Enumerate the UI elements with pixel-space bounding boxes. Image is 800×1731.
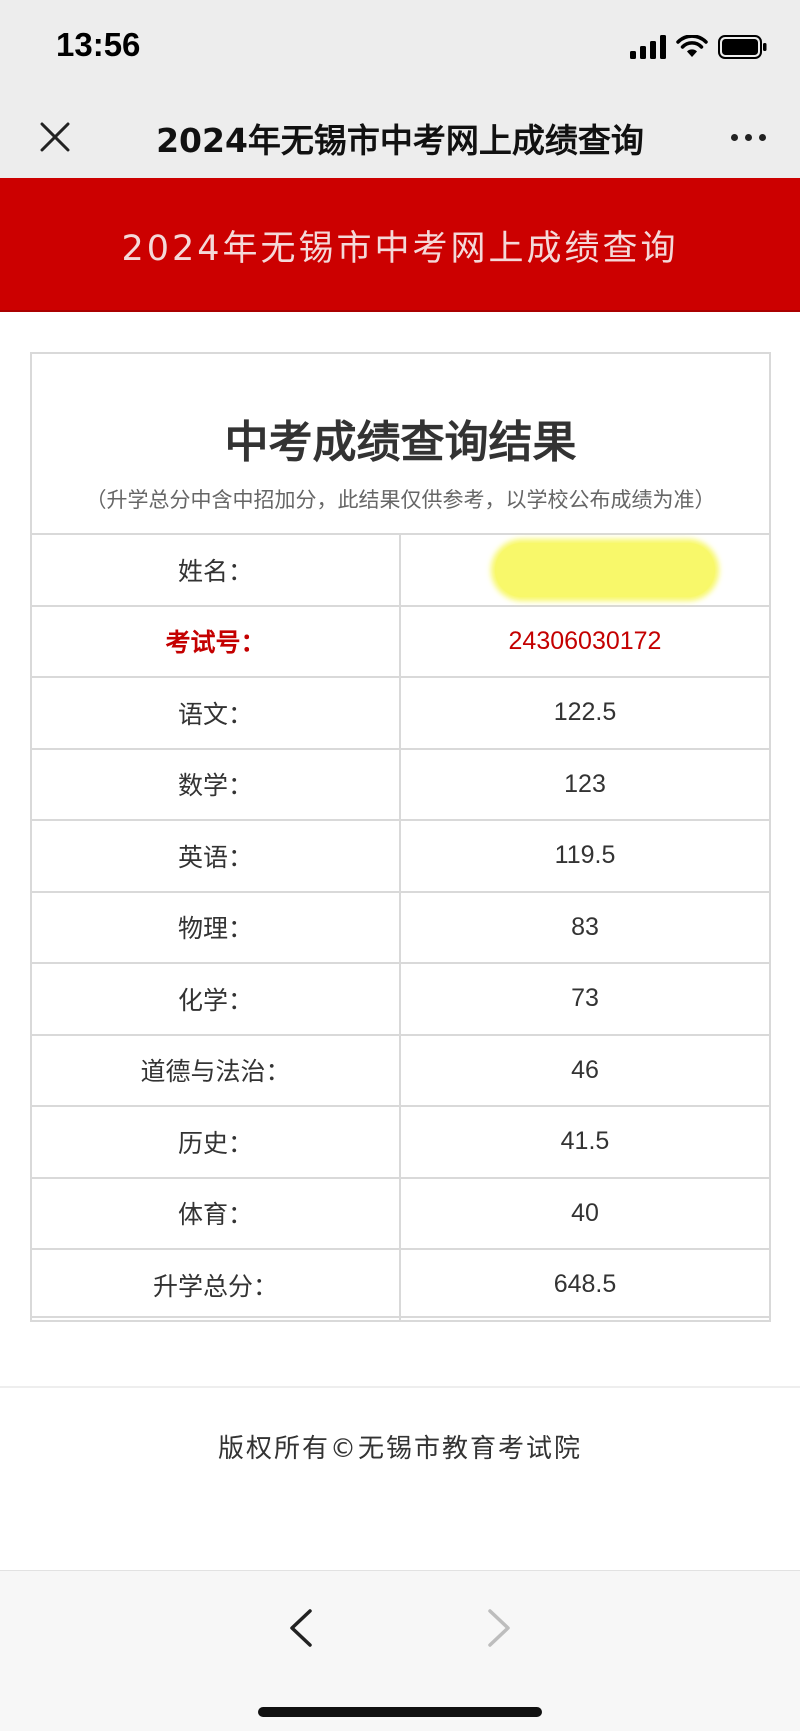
close-icon[interactable]	[38, 120, 72, 154]
name-value	[399, 533, 771, 607]
total-label: 升学总分：	[30, 1248, 401, 1322]
table-row: 历史： 41.5	[30, 1105, 771, 1179]
table-row: 体育： 40	[30, 1176, 771, 1250]
exam-id-value: 24306030172	[399, 604, 771, 678]
subject-label: 物理：	[30, 890, 401, 964]
signal-icon	[630, 35, 666, 59]
subject-label: 数学：	[30, 747, 401, 821]
more-dot	[745, 134, 752, 141]
result-card: 中考成绩查询结果 （升学总分中含中招加分，此结果仅供参考，以学校公布成绩为准） …	[30, 352, 771, 1322]
subject-score: 122.5	[399, 676, 771, 750]
subject-label: 英语：	[30, 819, 401, 893]
subject-label: 历史：	[30, 1105, 401, 1179]
name-label: 姓名：	[30, 533, 401, 607]
more-dot	[731, 134, 738, 141]
status-bar: 13:56	[0, 0, 800, 96]
wifi-icon	[676, 35, 708, 57]
subject-label: 体育：	[30, 1176, 401, 1250]
table-row-total: 升学总分： 648.5	[30, 1248, 771, 1322]
table-row: 语文： 122.5	[30, 676, 771, 750]
forward-arrow-icon[interactable]	[484, 1607, 514, 1649]
table-row-name: 姓名：	[30, 533, 771, 607]
exam-id-label: 考试号：	[30, 604, 401, 678]
status-icons	[630, 34, 768, 60]
nav-title: 2024年无锡市中考网上成绩查询	[156, 121, 644, 160]
table-row: 化学： 73	[30, 962, 771, 1036]
footer-copyright: 版权所有©无锡市教育考试院	[217, 1434, 582, 1464]
table-row: 英语： 119.5	[30, 819, 771, 893]
subject-score: 46	[399, 1033, 771, 1107]
redaction-mark	[495, 542, 715, 597]
banner-title: 2024年无锡市中考网上成绩查询	[121, 229, 679, 269]
subject-score: 41.5	[399, 1105, 771, 1179]
browser-bottom-bar	[0, 1570, 800, 1731]
subject-score: 123	[399, 747, 771, 821]
result-title: 中考成绩查询结果	[224, 417, 577, 468]
page-banner: 2024年无锡市中考网上成绩查询	[0, 178, 800, 312]
table-row-exam-id: 考试号： 24306030172	[30, 604, 771, 678]
total-score: 648.5	[399, 1248, 771, 1322]
result-note: （升学总分中含中招加分，此结果仅供参考，以学校公布成绩为准）	[85, 488, 716, 512]
subject-score: 40	[399, 1176, 771, 1250]
subject-label: 道德与法治：	[30, 1033, 401, 1107]
back-arrow-icon[interactable]	[286, 1607, 316, 1649]
home-indicator[interactable]	[258, 1707, 542, 1717]
battery-icon	[718, 35, 767, 59]
table-row: 物理： 83	[30, 890, 771, 964]
more-options-icon[interactable]	[731, 134, 766, 141]
score-table: 姓名： 考试号： 24306030172 语文： 122.5 数学： 123 英…	[30, 533, 771, 1322]
table-row: 数学： 123	[30, 747, 771, 821]
subject-score: 83	[399, 890, 771, 964]
nav-bar: 2024年无锡市中考网上成绩查询	[0, 96, 800, 178]
table-row: 道德与法治： 46	[30, 1033, 771, 1107]
more-dot	[759, 134, 766, 141]
footer-divider	[0, 1386, 800, 1388]
subject-score: 73	[399, 962, 771, 1036]
subject-label: 化学：	[30, 962, 401, 1036]
status-time: 13:56	[56, 26, 141, 63]
subject-score: 119.5	[399, 819, 771, 893]
subject-label: 语文：	[30, 676, 401, 750]
